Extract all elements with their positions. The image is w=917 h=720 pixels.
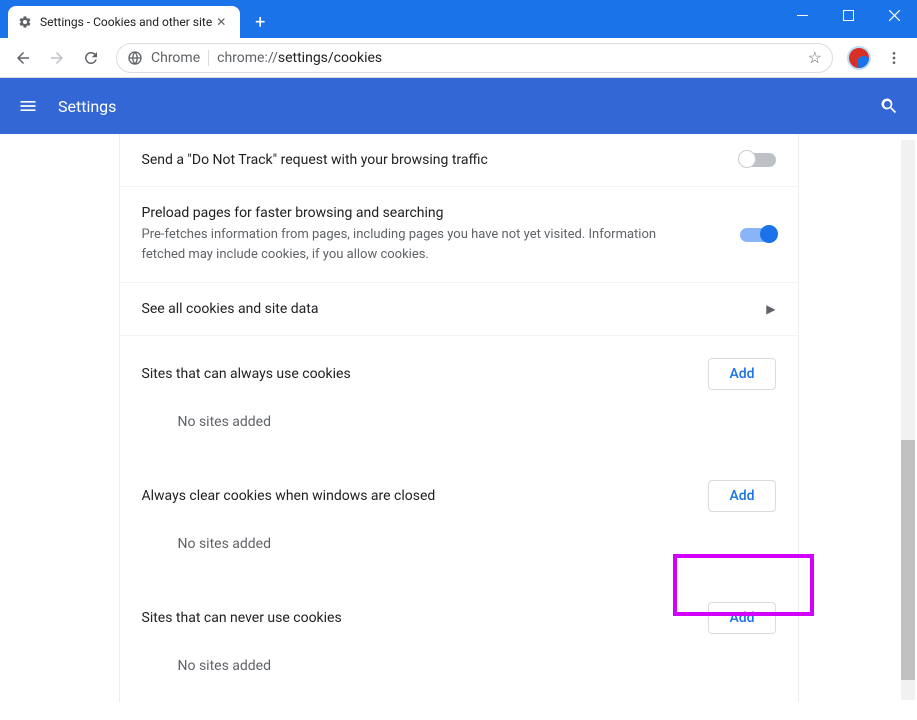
- section-always-use: Sites that can always use cookies Add: [120, 336, 798, 400]
- add-button-clear[interactable]: Add: [708, 480, 775, 512]
- url-text: chrome://settings/cookies: [217, 50, 382, 66]
- vertical-scrollbar[interactable]: [901, 140, 915, 700]
- forward-button[interactable]: [40, 43, 74, 73]
- back-button[interactable]: [6, 43, 40, 73]
- section-title: Sites that can always use cookies: [142, 366, 709, 382]
- empty-state: No sites added: [120, 400, 798, 458]
- window-controls: [779, 0, 917, 30]
- empty-state: No sites added: [120, 644, 798, 702]
- content-viewport: Send a "Do Not Track" request with your …: [0, 134, 917, 720]
- section-never-use: Sites that can never use cookies Add: [120, 580, 798, 644]
- new-tab-button[interactable]: +: [246, 8, 274, 36]
- chevron-right-icon: ▶: [766, 302, 775, 316]
- minimize-button[interactable]: [779, 0, 825, 30]
- search-icon[interactable]: [879, 96, 899, 116]
- maximize-button[interactable]: [825, 0, 871, 30]
- origin-label: Chrome: [151, 50, 200, 66]
- row-do-not-track[interactable]: Send a "Do Not Track" request with your …: [120, 134, 798, 187]
- section-title: Sites that can never use cookies: [142, 610, 709, 626]
- section-title: Always clear cookies when windows are cl…: [142, 488, 709, 504]
- site-info-icon[interactable]: [127, 50, 143, 66]
- browser-toolbar: Chrome chrome://settings/cookies ☆: [0, 38, 917, 78]
- window-titlebar: Settings - Cookies and other site ✕ +: [0, 0, 917, 38]
- section-clear-on-close: Always clear cookies when windows are cl…: [120, 458, 798, 522]
- address-bar[interactable]: Chrome chrome://settings/cookies ☆: [116, 43, 833, 73]
- reload-button[interactable]: [74, 43, 108, 73]
- row-title: Preload pages for faster browsing and se…: [142, 205, 740, 221]
- close-icon[interactable]: ✕: [212, 15, 230, 29]
- row-title: Send a "Do Not Track" request with your …: [142, 152, 740, 168]
- settings-card: Send a "Do Not Track" request with your …: [119, 134, 799, 702]
- scrollbar-thumb[interactable]: [901, 440, 915, 680]
- row-preload[interactable]: Preload pages for faster browsing and se…: [120, 187, 798, 283]
- row-description: Pre-fetches information from pages, incl…: [142, 225, 702, 264]
- page-title: Settings: [58, 97, 116, 116]
- empty-state: No sites added: [120, 522, 798, 580]
- profile-avatar[interactable]: [847, 46, 871, 70]
- row-title: See all cookies and site data: [142, 301, 755, 317]
- menu-icon[interactable]: [18, 96, 38, 116]
- settings-header: Settings: [0, 78, 917, 134]
- toggle-do-not-track[interactable]: [740, 153, 776, 167]
- separator: [208, 50, 209, 66]
- toggle-preload[interactable]: [740, 228, 776, 242]
- row-see-all-cookies[interactable]: See all cookies and site data ▶: [120, 283, 798, 336]
- close-window-button[interactable]: [871, 0, 917, 30]
- tab-title: Settings - Cookies and other site: [40, 15, 212, 29]
- gear-icon: [18, 15, 32, 29]
- add-button-never[interactable]: Add: [708, 602, 775, 634]
- menu-button[interactable]: [877, 43, 911, 73]
- bookmark-star-icon[interactable]: ☆: [808, 48, 822, 67]
- add-button-always[interactable]: Add: [708, 358, 775, 390]
- browser-tab[interactable]: Settings - Cookies and other site ✕: [8, 6, 240, 38]
